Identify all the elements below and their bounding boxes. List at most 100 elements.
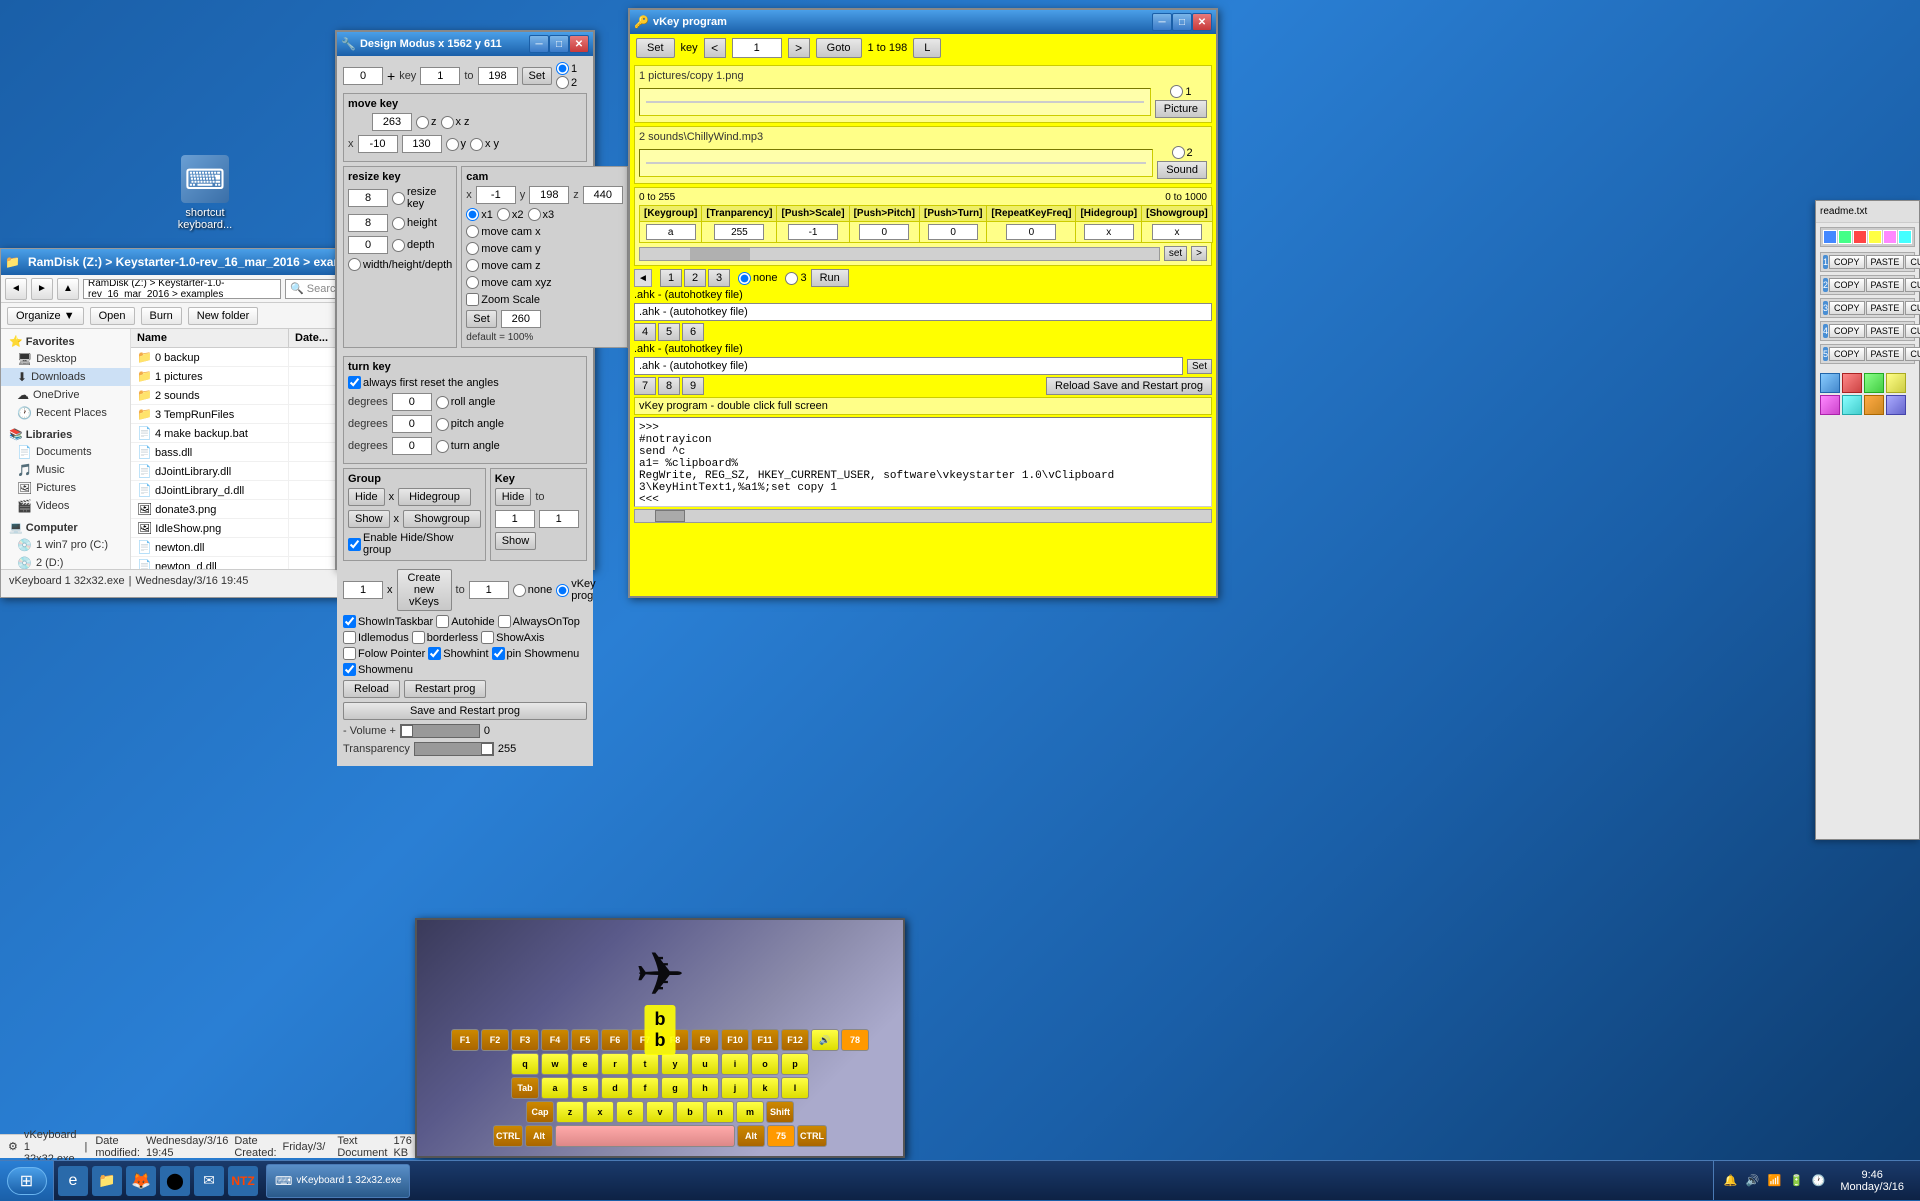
depth-radio[interactable] xyxy=(392,239,405,252)
sidebar-item-desktop[interactable]: 🖥Desktop xyxy=(1,350,130,368)
ie-icon[interactable]: e xyxy=(58,1166,88,1196)
sidebar-item-c[interactable]: 💿1 win7 pro (C:) xyxy=(1,536,130,554)
vkeys-to-input[interactable] xyxy=(469,581,509,599)
move-cam-x-radio[interactable] xyxy=(466,225,479,238)
turn-degrees-input[interactable] xyxy=(392,437,432,455)
key-f3[interactable]: F3 xyxy=(511,1029,539,1051)
key-q[interactable]: q xyxy=(511,1053,539,1075)
volume-slider[interactable] xyxy=(400,724,480,738)
vkey-close-btn[interactable]: ✕ xyxy=(1192,13,1212,31)
height-radio[interactable] xyxy=(392,217,405,230)
num-6-btn[interactable]: 6 xyxy=(682,323,704,341)
height-input[interactable] xyxy=(348,214,388,232)
run-btn[interactable]: Run xyxy=(811,269,849,287)
key-shift[interactable]: Shift xyxy=(766,1101,794,1123)
num-2-btn[interactable]: 2 xyxy=(684,269,706,287)
key-f10[interactable]: F10 xyxy=(721,1029,749,1051)
vkey-maximize-btn[interactable]: □ xyxy=(1172,13,1192,31)
back-btn[interactable]: ◄ xyxy=(5,278,27,300)
clip-paste-2[interactable]: PASTE xyxy=(1866,278,1905,292)
num1-radio[interactable] xyxy=(556,62,569,75)
hidegroup-btn[interactable]: Hidegroup xyxy=(398,488,471,506)
hidegroup-input[interactable] xyxy=(1084,224,1134,240)
push-scale-input[interactable] xyxy=(788,224,838,240)
tray-icon-clock[interactable]: 🕐 xyxy=(1810,1173,1826,1189)
up-btn[interactable]: ▲ xyxy=(57,278,79,300)
new-folder-btn[interactable]: New folder xyxy=(188,307,259,325)
save-restart-btn[interactable]: Save and Restart prog xyxy=(343,702,587,720)
turn-radio[interactable] xyxy=(436,440,449,453)
organize-btn[interactable]: Organize ▼ xyxy=(7,307,84,325)
mail-icon[interactable]: ✉ xyxy=(194,1166,224,1196)
clip-copy-3[interactable]: COPY xyxy=(1829,301,1865,315)
show-hint-check[interactable] xyxy=(428,647,441,660)
start-btn-inner[interactable]: ⊞ xyxy=(7,1167,47,1195)
vkeys-count-input[interactable] xyxy=(343,581,383,599)
key-hide-from-input[interactable] xyxy=(495,510,535,528)
burn-btn[interactable]: Burn xyxy=(141,307,182,325)
clip-cut-2[interactable]: CUT xyxy=(1905,278,1920,292)
key-f2[interactable]: F2 xyxy=(481,1029,509,1051)
x-input[interactable] xyxy=(358,135,398,153)
clip-copy-4[interactable]: COPY xyxy=(1829,324,1865,338)
key-vol[interactable]: 🔊 xyxy=(811,1029,839,1051)
roll-degrees-input[interactable] xyxy=(392,393,432,411)
sidebar-item-videos[interactable]: 🎬Videos xyxy=(1,497,130,515)
hide-key-btn[interactable]: Hide xyxy=(495,488,532,506)
pic-radio[interactable] xyxy=(1170,85,1183,98)
none-radio-ahk[interactable] xyxy=(738,272,751,285)
vkey-key-input[interactable] xyxy=(732,38,782,58)
num-1-btn[interactable]: 1 xyxy=(660,269,682,287)
width-radio[interactable] xyxy=(392,192,405,205)
show-key-btn[interactable]: Show xyxy=(495,532,537,550)
key-u[interactable]: u xyxy=(691,1053,719,1075)
key-alt-l[interactable]: Alt xyxy=(525,1125,553,1147)
pin-show-menu-check[interactable] xyxy=(492,647,505,660)
code-area[interactable]: >>> #notrayicon send ^c a1= %clipboard% … xyxy=(634,417,1212,507)
z-input[interactable] xyxy=(372,113,412,131)
cam-z-input[interactable] xyxy=(583,186,623,204)
vprog-radio[interactable] xyxy=(556,584,569,597)
ntz-icon[interactable]: NTZ xyxy=(228,1166,258,1196)
key-table-nav-btn[interactable]: > xyxy=(1191,246,1207,261)
repeat-freq-input[interactable] xyxy=(1006,224,1056,240)
key-ctrl-l[interactable]: CTRL xyxy=(493,1125,523,1147)
key-f4[interactable]: F4 xyxy=(541,1029,569,1051)
pitch-degrees-input[interactable] xyxy=(392,415,432,433)
picture-btn[interactable]: Picture xyxy=(1155,100,1207,118)
restart-btn[interactable]: Restart prog xyxy=(404,680,487,698)
xz-radio[interactable] xyxy=(441,116,454,129)
double-click-label[interactable]: vKey program - double click full screen xyxy=(634,397,1212,415)
key-space[interactable] xyxy=(555,1125,735,1147)
key-a[interactable]: a xyxy=(541,1077,569,1099)
x3-radio[interactable] xyxy=(528,208,541,221)
design-maximize-btn[interactable]: □ xyxy=(549,35,569,53)
push-pitch-input[interactable] xyxy=(859,224,909,240)
key-g[interactable]: g xyxy=(661,1077,689,1099)
clip-paste-4[interactable]: PASTE xyxy=(1866,324,1905,338)
explorer-quick-icon[interactable]: 📁 xyxy=(92,1166,122,1196)
clip-paste-1[interactable]: PASTE xyxy=(1866,255,1905,269)
create-vkeys-btn[interactable]: Create new vKeys xyxy=(397,569,452,611)
vkey-prev-btn[interactable]: < xyxy=(704,38,726,58)
sidebar-item-recent[interactable]: 🕐Recent Places xyxy=(1,404,130,422)
num-3-btn[interactable]: 3 xyxy=(708,269,730,287)
sidebar-item-music[interactable]: 🎵Music xyxy=(1,461,130,479)
push-turn-input[interactable] xyxy=(928,224,978,240)
num-8-btn[interactable]: 8 xyxy=(658,377,680,395)
key-e[interactable]: e xyxy=(571,1053,599,1075)
key-j[interactable]: j xyxy=(721,1077,749,1099)
keygroup-input[interactable] xyxy=(646,224,696,240)
tranparency-input[interactable] xyxy=(714,224,764,240)
design-close-btn[interactable]: ✕ xyxy=(569,35,589,53)
tray-icon-2[interactable]: 🔊 xyxy=(1744,1173,1760,1189)
start-button[interactable]: ⊞ xyxy=(0,1161,54,1201)
transparency-slider[interactable] xyxy=(414,742,494,756)
key-f9[interactable]: F9 xyxy=(691,1029,719,1051)
key-k[interactable]: k xyxy=(751,1077,779,1099)
showgroup-btn[interactable]: Showgroup xyxy=(403,510,481,528)
set-btn[interactable]: Set xyxy=(522,67,553,85)
key-t[interactable]: t xyxy=(631,1053,659,1075)
sidebar-item-pictures[interactable]: 🖼Pictures xyxy=(1,479,130,497)
vkey-scrollbar-h[interactable] xyxy=(634,509,1212,523)
